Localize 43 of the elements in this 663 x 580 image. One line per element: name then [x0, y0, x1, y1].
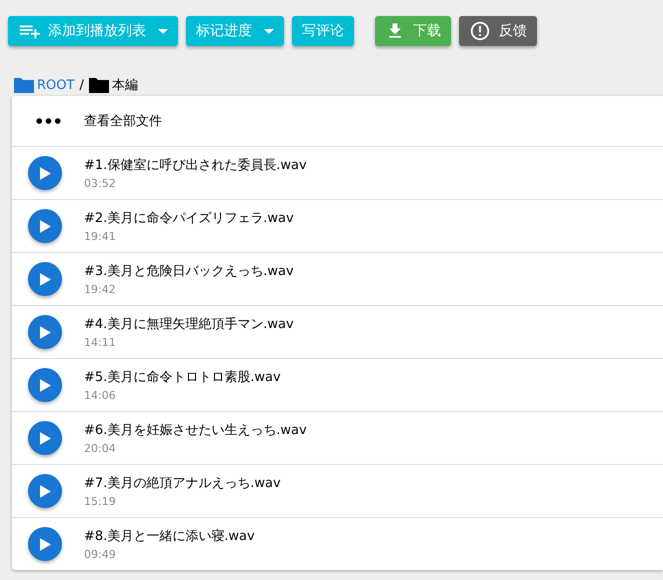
file-duration: 14:06 [84, 389, 117, 402]
file-duration: 19:42 [84, 283, 117, 296]
play-icon [40, 272, 50, 286]
play-button[interactable] [28, 315, 62, 349]
breadcrumb-current: 本編 [112, 77, 138, 94]
play-button[interactable] [28, 262, 62, 296]
play-button[interactable] [28, 368, 62, 402]
folder-icon [14, 77, 34, 93]
play-button[interactable] [28, 421, 62, 455]
play-icon [40, 538, 50, 550]
file-name[interactable]: #5.美月に命令トロトロ素股.wav [84, 368, 281, 386]
file-duration: 09:49 [84, 548, 117, 561]
folder-icon [88, 77, 109, 93]
play-icon [40, 166, 50, 180]
play-icon [40, 326, 50, 338]
play-icon [40, 432, 50, 444]
alert-icon [469, 20, 491, 42]
caret-icon [264, 28, 274, 34]
file-duration: 15:19 [84, 495, 117, 508]
breadcrumb-link[interactable]: ROOT [37, 78, 74, 92]
file-duration: 20:04 [84, 442, 117, 455]
file-duration: 19:41 [84, 230, 117, 243]
play-button[interactable] [28, 527, 62, 561]
more-icon[interactable]: ••• [12, 112, 84, 130]
play-icon [40, 220, 50, 232]
play-button[interactable] [28, 209, 62, 243]
play-icon [40, 378, 50, 392]
play-button[interactable] [28, 156, 62, 190]
file-name[interactable]: #3.美月と危険日バックえっち.wav [84, 262, 294, 280]
caret-icon [158, 28, 168, 34]
breadcrumb-separator: / [79, 78, 84, 92]
file-duration: 03:52 [84, 177, 117, 190]
file-name[interactable]: #2.美月に命令パイズリフェラ.wav [84, 209, 294, 227]
file-duration: 14:11 [84, 336, 117, 349]
toolbar-button[interactable]: 反馈 [459, 16, 537, 46]
file-name[interactable]: #6.美月を妊娠させたい生えっち.wav [84, 421, 307, 439]
file-name[interactable]: #1.保健室に呼び出された委員長.wav [84, 156, 307, 174]
file-name[interactable]: #4.美月に無理矢理絶頂手マン.wav [84, 315, 294, 333]
file-name[interactable]: #7.美月の絶頂アナルえっち.wav [84, 474, 281, 492]
file-name[interactable]: #8.美月と一緒に添い寝.wav [84, 527, 255, 545]
play-button[interactable] [28, 474, 62, 508]
view-all-files-link[interactable]: 查看全部文件 [84, 112, 162, 130]
play-icon [40, 484, 50, 498]
